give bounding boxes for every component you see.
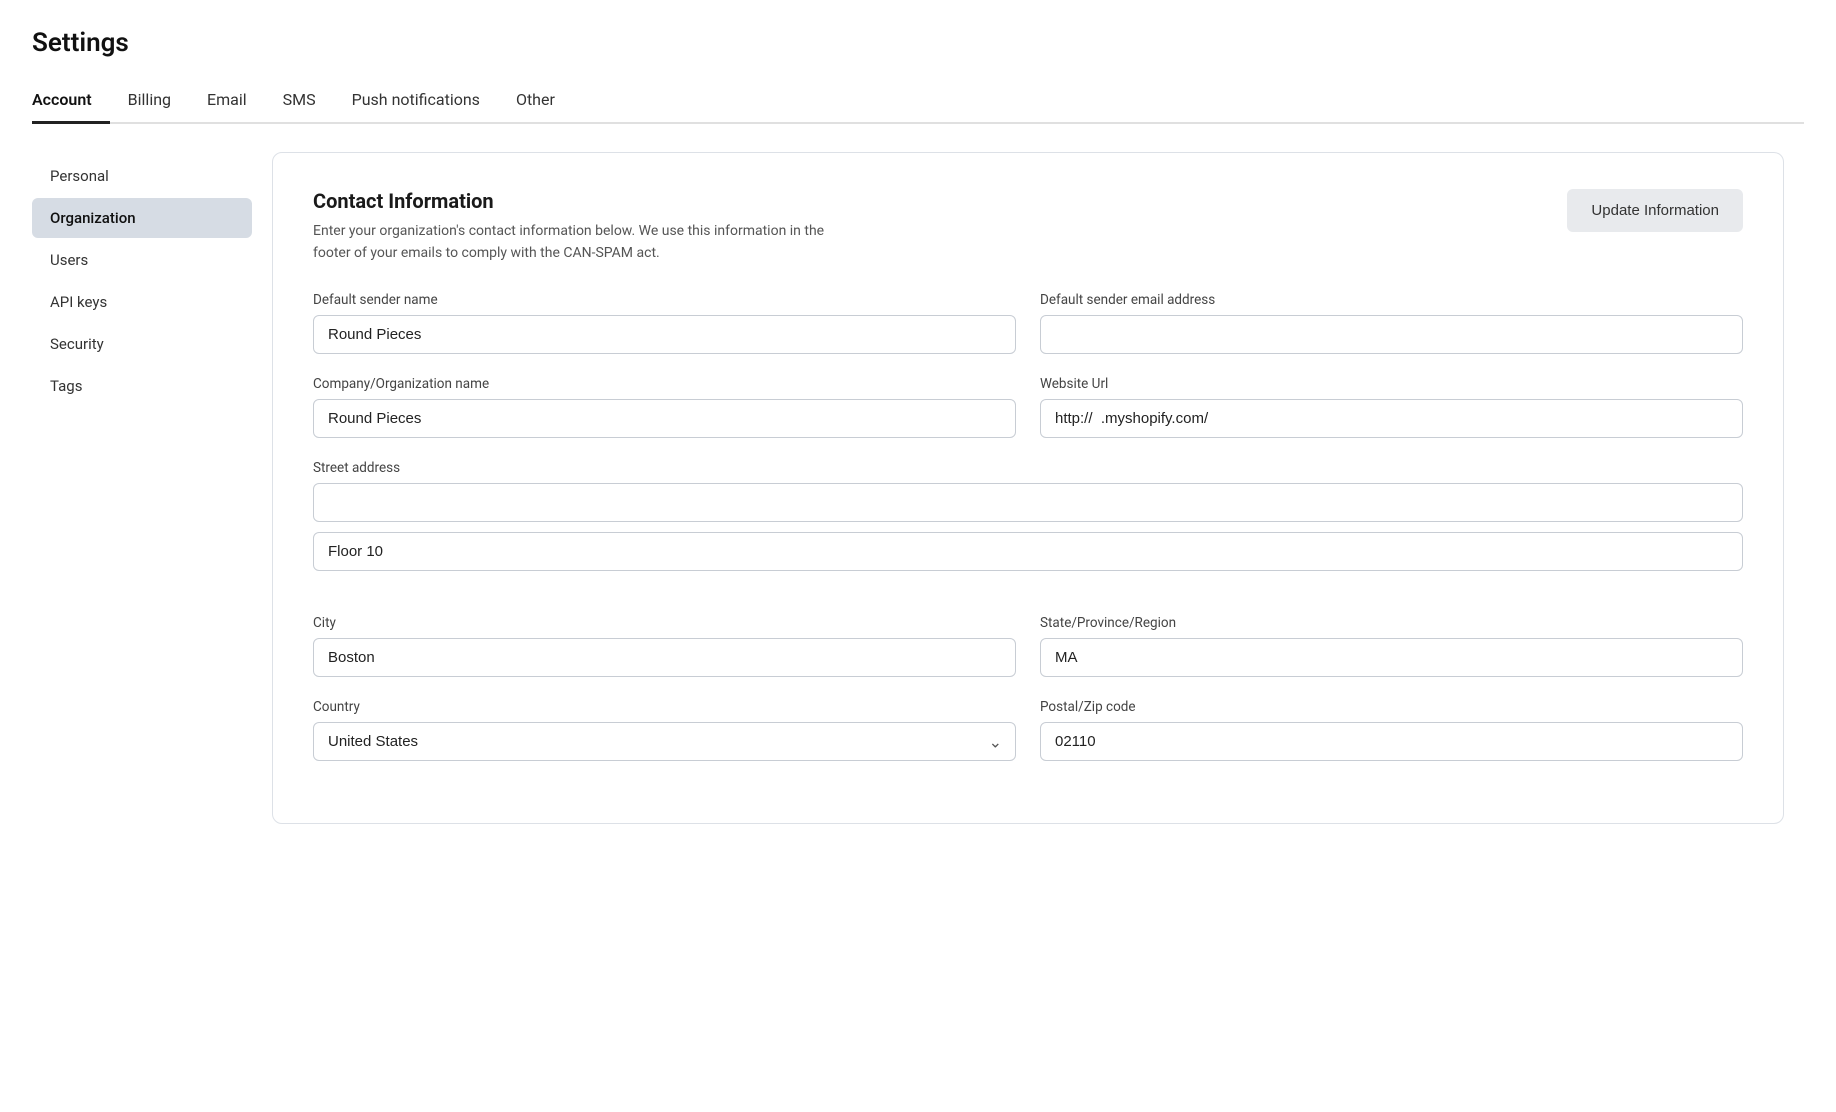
tab-account[interactable]: Account: [32, 80, 110, 124]
main-layout: Personal Organization Users API keys Sec…: [32, 124, 1804, 864]
tab-push-notifications[interactable]: Push notifications: [334, 80, 498, 124]
sidebar-item-organization[interactable]: Organization: [32, 198, 252, 238]
sender-name-label: Default sender name: [313, 292, 1016, 308]
country-label: Country: [313, 699, 1016, 715]
postal-label: Postal/Zip code: [1040, 699, 1743, 715]
state-label: State/Province/Region: [1040, 615, 1743, 631]
city-input[interactable]: [313, 638, 1016, 677]
sidebar-item-users[interactable]: Users: [32, 240, 252, 280]
tabs-bar: Account Billing Email SMS Push notificat…: [32, 80, 1804, 124]
street-address-label: Street address: [313, 460, 1743, 476]
form-group-state: State/Province/Region: [1040, 615, 1743, 677]
street-address-input[interactable]: [313, 483, 1743, 522]
tab-sms[interactable]: SMS: [265, 80, 334, 124]
content-area: Contact Information Enter your organizat…: [252, 152, 1804, 864]
form-row-city-state: City State/Province/Region: [313, 615, 1743, 677]
company-name-label: Company/Organization name: [313, 376, 1016, 392]
form-group-street: Street address: [313, 460, 1743, 593]
sender-email-label: Default sender email address: [1040, 292, 1743, 308]
form-group-sender-email: Default sender email address: [1040, 292, 1743, 354]
sidebar-item-security[interactable]: Security: [32, 324, 252, 364]
card-description: Enter your organization's contact inform…: [313, 221, 833, 264]
postal-input[interactable]: [1040, 722, 1743, 761]
sidebar-item-api-keys[interactable]: API keys: [32, 282, 252, 322]
country-select[interactable]: United States Canada United Kingdom Aust…: [313, 722, 1016, 761]
form-row-company: Company/Organization name Website Url: [313, 376, 1743, 438]
country-select-wrapper: United States Canada United Kingdom Aust…: [313, 722, 1016, 761]
street-address2-input[interactable]: [313, 532, 1743, 571]
form-group-city: City: [313, 615, 1016, 677]
page-title: Settings: [32, 28, 1804, 58]
city-label: City: [313, 615, 1016, 631]
sidebar-item-tags[interactable]: Tags: [32, 366, 252, 406]
contact-information-card: Contact Information Enter your organizat…: [272, 152, 1784, 824]
form-row-sender: Default sender name Default sender email…: [313, 292, 1743, 354]
form-group-sender-name: Default sender name: [313, 292, 1016, 354]
card-header-text: Contact Information Enter your organizat…: [313, 189, 833, 264]
card-header: Contact Information Enter your organizat…: [313, 189, 1743, 264]
state-input[interactable]: [1040, 638, 1743, 677]
company-name-input[interactable]: [313, 399, 1016, 438]
form-group-postal: Postal/Zip code: [1040, 699, 1743, 761]
form-row-country-postal: Country United States Canada United King…: [313, 699, 1743, 761]
page-container: Settings Account Billing Email SMS Push …: [0, 0, 1836, 864]
website-url-input[interactable]: [1040, 399, 1743, 438]
tab-billing[interactable]: Billing: [110, 80, 189, 124]
sidebar-item-personal[interactable]: Personal: [32, 156, 252, 196]
website-url-label: Website Url: [1040, 376, 1743, 392]
form-group-website-url: Website Url: [1040, 376, 1743, 438]
form-group-company-name: Company/Organization name: [313, 376, 1016, 438]
form-row-street: Street address: [313, 460, 1743, 593]
sender-name-input[interactable]: [313, 315, 1016, 354]
form-group-country: Country United States Canada United King…: [313, 699, 1016, 761]
tab-other[interactable]: Other: [498, 80, 573, 124]
tab-email[interactable]: Email: [189, 80, 265, 124]
card-title: Contact Information: [313, 189, 833, 213]
update-information-button[interactable]: Update Information: [1567, 189, 1743, 232]
sender-email-input[interactable]: [1040, 315, 1743, 354]
street-inputs: [313, 483, 1743, 571]
sidebar: Personal Organization Users API keys Sec…: [32, 152, 252, 864]
